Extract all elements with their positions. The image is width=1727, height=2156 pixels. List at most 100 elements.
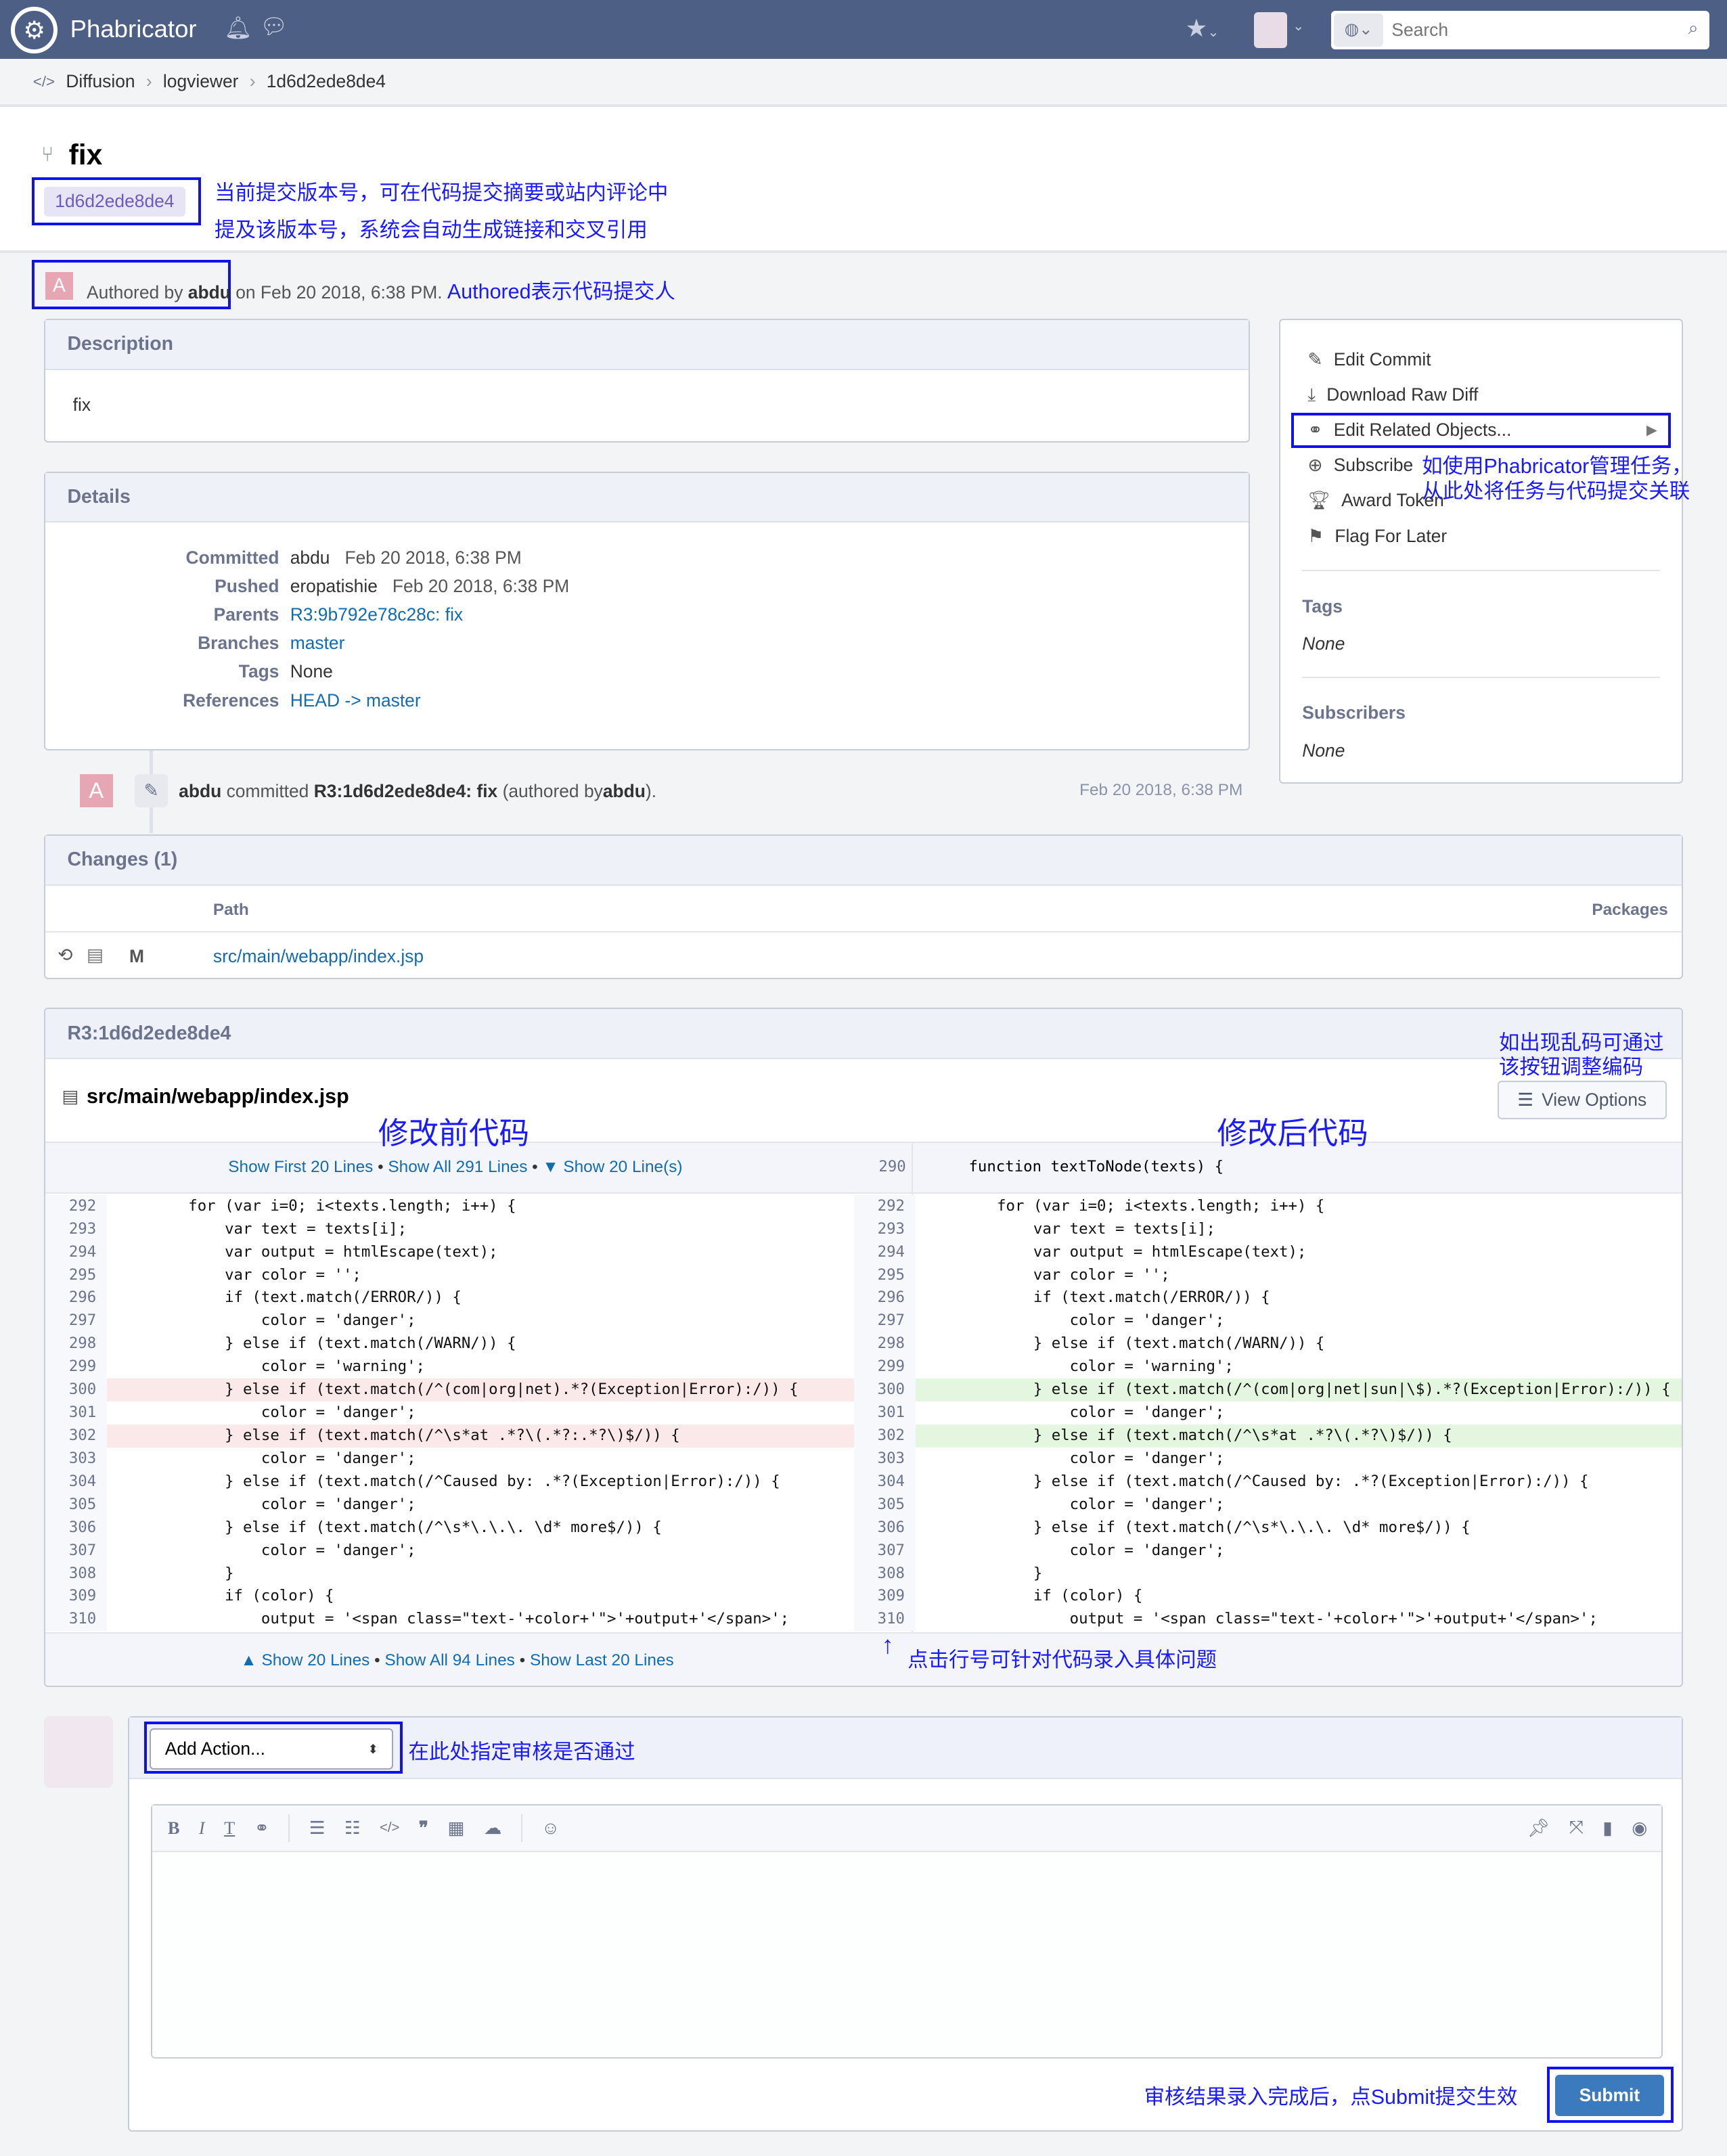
line-number[interactable]: 306 (853, 1516, 916, 1540)
file-icon[interactable]: ▤ (87, 945, 104, 966)
view-options-button[interactable]: ☰ View Options (1497, 1081, 1667, 1119)
author-link[interactable]: abdu (188, 282, 231, 302)
download-raw-diff-action[interactable]: ⤓ Download Raw Diff (1280, 378, 1682, 413)
line-number[interactable]: 296 (853, 1286, 916, 1310)
line-number[interactable]: 293 (45, 1217, 108, 1241)
line-number[interactable]: 309 (45, 1585, 108, 1609)
timeline-author[interactable]: abdu (179, 781, 221, 801)
line-number[interactable]: 310 (45, 1608, 108, 1632)
line-number[interactable]: 308 (853, 1562, 916, 1586)
line-number[interactable]: 292 (853, 1194, 916, 1218)
bulleted-list-icon[interactable]: ☰ (309, 1818, 326, 1839)
line-number[interactable]: 307 (853, 1539, 916, 1563)
line-number[interactable]: 298 (853, 1332, 916, 1356)
line-number[interactable]: 293 (853, 1217, 916, 1241)
comment-textarea[interactable] (152, 1852, 1661, 2056)
notifications-bell-icon[interactable]: 🔔︎ (224, 15, 252, 41)
flag-for-later-action[interactable]: ⚑ Flag For Later (1280, 518, 1682, 554)
line-number[interactable]: 303 (45, 1447, 108, 1470)
chevron-down-icon[interactable]: ⌄ (1293, 18, 1304, 35)
search-scope-button[interactable]: ◍⌄ (1334, 14, 1384, 47)
preview-eye-icon[interactable]: ◉ (1632, 1818, 1661, 1839)
user-avatar-menu[interactable] (1254, 12, 1287, 49)
line-number[interactable]: 303 (853, 1447, 916, 1470)
line-number[interactable]: 300 (853, 1378, 916, 1402)
line-number[interactable]: 299 (853, 1355, 916, 1379)
branch-link[interactable]: master (290, 633, 1249, 654)
breadcrumb-repository[interactable]: logviewer (163, 71, 239, 92)
submit-button[interactable]: Submit (1555, 2075, 1664, 2117)
timeline-commit-ref[interactable]: R3:1d6d2ede8de4: fix (314, 781, 498, 801)
reference-link[interactable]: HEAD -> master (290, 690, 1249, 711)
edit-related-objects-action[interactable]: ⚭ Edit Related Objects... ▶ (1291, 412, 1671, 448)
line-number[interactable]: 304 (853, 1470, 916, 1494)
line-number[interactable]: 299 (45, 1355, 108, 1379)
committer[interactable]: abdu (290, 547, 330, 568)
pusher[interactable]: eropatishie (290, 576, 378, 596)
file-icon: ▤ (62, 1086, 79, 1107)
monospace-icon[interactable]: T (224, 1818, 235, 1839)
timeline-paren-author[interactable]: abdu (603, 781, 646, 801)
timeline-avatar[interactable]: A (79, 774, 113, 807)
show-all-lines[interactable]: Show All 291 Lines (388, 1158, 527, 1176)
line-number[interactable]: 297 (853, 1309, 916, 1333)
search-box[interactable]: ◍⌄ ⌕ (1330, 11, 1709, 50)
line-number[interactable]: 294 (45, 1240, 108, 1264)
app-name[interactable]: Phabricator (70, 15, 197, 43)
line-number[interactable]: 305 (853, 1493, 916, 1517)
line-number[interactable]: 301 (45, 1401, 108, 1424)
italic-icon[interactable]: I (199, 1818, 205, 1839)
commenter-avatar[interactable] (44, 1715, 113, 1788)
search-input[interactable] (1391, 16, 1667, 44)
history-icon[interactable]: ⟲ (58, 945, 72, 966)
pin-icon[interactable]: 📌︎ (1527, 1818, 1550, 1839)
parent-commit-link[interactable]: R3:9b792e78c28c: fix (290, 604, 1249, 625)
link-icon[interactable]: ⚭ (254, 1818, 269, 1839)
line-number[interactable]: 300 (45, 1378, 108, 1402)
line-number[interactable]: 301 (853, 1401, 916, 1424)
emoji-icon[interactable]: ☺ (541, 1818, 560, 1839)
fullscreen-icon[interactable]: ⤧ (1569, 1817, 1584, 1839)
line-number[interactable]: 307 (45, 1539, 108, 1563)
line-number[interactable]: 297 (45, 1309, 108, 1333)
numbered-list-icon[interactable]: ☷ (344, 1818, 361, 1839)
line-number[interactable]: 296 (45, 1286, 108, 1310)
line-number[interactable]: 302 (853, 1424, 916, 1447)
show-all-lines[interactable]: Show All 94 Lines (384, 1651, 514, 1669)
line-number[interactable]: 295 (853, 1263, 916, 1287)
author-avatar[interactable]: A (45, 272, 73, 300)
changed-file-link[interactable]: src/main/webapp/index.jsp (213, 946, 424, 967)
phabricator-logo-icon[interactable]: ⚙ (11, 7, 58, 54)
search-icon[interactable]: ⌕ (1688, 18, 1699, 39)
line-number[interactable]: 305 (45, 1493, 108, 1517)
edit-commit-action[interactable]: ✎ Edit Commit (1280, 342, 1682, 378)
timeline-date[interactable]: Feb 20 2018, 6:38 PM (1079, 781, 1242, 800)
line-number[interactable]: 292 (45, 1194, 108, 1218)
bold-icon[interactable]: B (168, 1818, 180, 1839)
favorites-star-icon[interactable]: ★⌄ (1186, 14, 1219, 43)
line-number[interactable]: 295 (45, 1263, 108, 1287)
line-number[interactable]: 298 (45, 1332, 108, 1356)
commit-hash-tag[interactable]: 1d6d2ede8de4 (44, 187, 185, 217)
detail-label: References (183, 690, 279, 711)
breadcrumb-diffusion[interactable]: Diffusion (66, 71, 135, 92)
show-next-lines[interactable]: ▼ Show 20 Line(s) (542, 1158, 682, 1176)
line-number[interactable]: 310 (853, 1608, 916, 1632)
line-number[interactable]: 306 (45, 1516, 108, 1540)
show-first-lines[interactable]: Show First 20 Lines (228, 1158, 373, 1176)
line-number[interactable]: 302 (45, 1424, 108, 1447)
line-number[interactable]: 294 (853, 1240, 916, 1264)
show-previous-lines[interactable]: ▲ Show 20 Lines (241, 1651, 370, 1669)
table-icon[interactable]: ▦ (447, 1818, 464, 1839)
code-icon[interactable]: </> (380, 1820, 399, 1836)
upload-icon[interactable]: ☁ (484, 1818, 501, 1839)
messages-icon[interactable]: 💬︎ (260, 14, 288, 39)
book-icon[interactable]: ▮ (1602, 1818, 1613, 1839)
show-last-lines[interactable]: Show Last 20 Lines (530, 1651, 674, 1669)
add-action-select[interactable]: Add Action... ⬍ (150, 1728, 394, 1770)
line-number[interactable]: 308 (45, 1562, 108, 1586)
quote-icon[interactable]: ❞ (419, 1818, 428, 1839)
line-number[interactable]: 309 (853, 1585, 916, 1609)
line-number[interactable]: 290 (878, 1158, 905, 1175)
line-number[interactable]: 304 (45, 1470, 108, 1494)
